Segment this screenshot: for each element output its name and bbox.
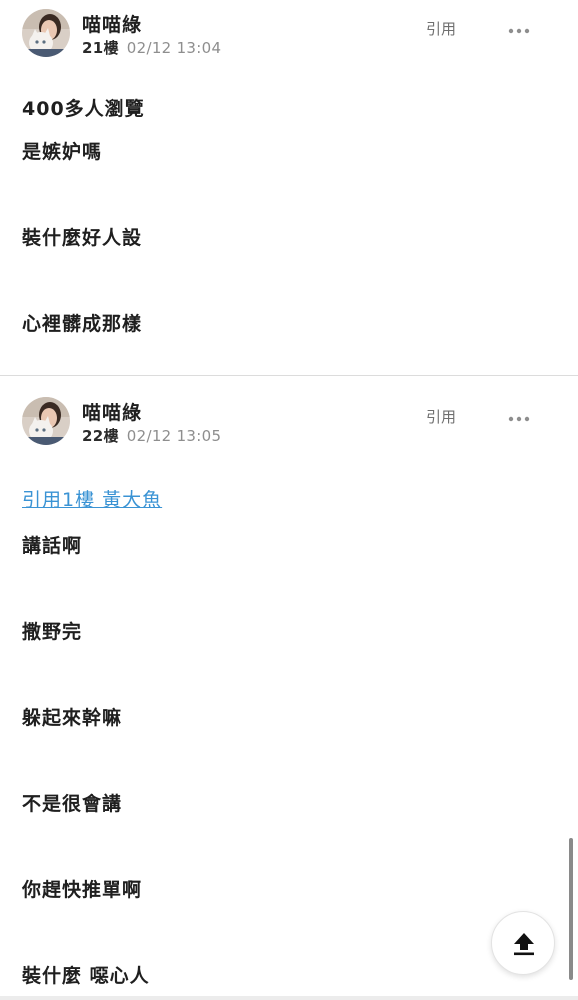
post-text-line: 是嫉妒嗎 — [22, 141, 103, 163]
quote-button[interactable]: 引用 — [426, 18, 456, 39]
post-text-line: 裝什麼好人設 — [22, 227, 143, 249]
scrollbar[interactable] — [569, 838, 573, 980]
bottom-divider — [0, 996, 578, 1000]
post-meta: 22樓 02/12 13:05 — [82, 425, 221, 446]
post-text-line: 撒野完 — [22, 621, 83, 643]
post-text-line: 講話啊 — [22, 535, 83, 557]
post-meta: 21樓 02/12 13:04 — [82, 37, 221, 58]
timestamp: 02/12 13:05 — [126, 427, 222, 445]
timestamp: 02/12 13:04 — [126, 39, 222, 57]
post-text-line: 你趕快推單啊 — [22, 879, 143, 901]
arrow-up-to-line-icon — [514, 933, 534, 956]
post-text-line: 不是很會講 — [22, 793, 123, 815]
post-floor-21: 喵喵綠 21樓 02/12 13:04 引用 400多人瀏覽 是嫉妒嗎 裝什麼好人… — [0, 0, 578, 376]
more-horizontal-icon[interactable] — [508, 20, 530, 34]
post-text-line: 躲起來幹嘛 — [22, 707, 123, 729]
username[interactable]: 喵喵綠 — [82, 10, 142, 37]
more-horizontal-icon[interactable] — [508, 408, 530, 422]
avatar[interactable] — [22, 397, 70, 445]
username[interactable]: 喵喵綠 — [82, 398, 142, 425]
floor-number: 22樓 — [82, 427, 119, 445]
quote-reference-link[interactable]: 引用1樓 黃大魚 — [22, 485, 162, 512]
post-floor-22: 喵喵綠 22樓 02/12 13:05 引用 引用1樓 黃大魚 講話啊 撒野完 躲… — [0, 376, 578, 1000]
post-text-line: 心裡髒成那樣 — [22, 313, 143, 335]
floor-number: 21樓 — [82, 39, 119, 57]
quote-button[interactable]: 引用 — [426, 406, 456, 427]
post-text-line: 裝什麼 噁心人 — [22, 965, 150, 987]
post-text-line: 400多人瀏覽 — [22, 98, 145, 120]
avatar[interactable] — [22, 9, 70, 57]
scroll-to-top-button[interactable] — [491, 911, 555, 975]
